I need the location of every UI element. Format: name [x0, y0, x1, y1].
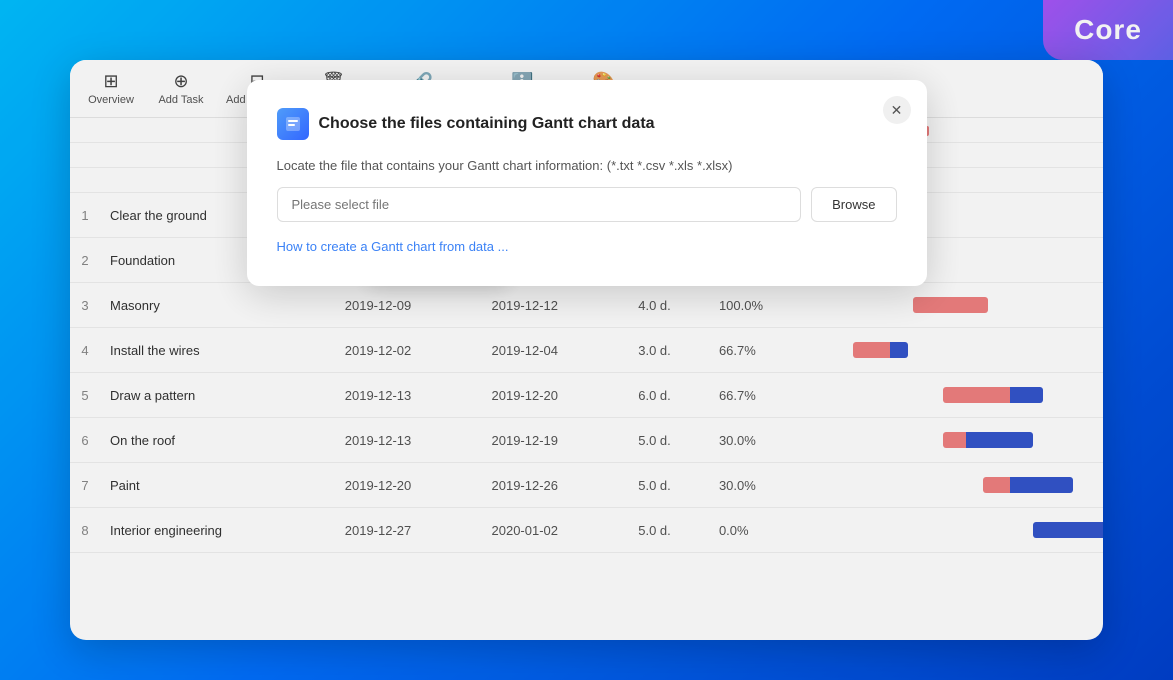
- modal-header: Choose the files containing Gantt chart …: [277, 108, 897, 140]
- help-link[interactable]: How to create a Gantt chart from data ..…: [277, 239, 509, 254]
- file-input-row: Browse: [277, 187, 897, 222]
- modal-title: Choose the files containing Gantt chart …: [319, 115, 655, 133]
- modal-close-button[interactable]: ✕: [883, 96, 911, 124]
- browse-button[interactable]: Browse: [811, 187, 896, 222]
- file-path-input[interactable]: [277, 187, 802, 222]
- modal-description: Locate the file that contains your Gantt…: [277, 158, 897, 173]
- file-chooser-modal: Choose the files containing Gantt chart …: [247, 80, 927, 286]
- modal-overlay: Choose the files containing Gantt chart …: [0, 0, 1173, 680]
- modal-logo-icon: [277, 108, 309, 140]
